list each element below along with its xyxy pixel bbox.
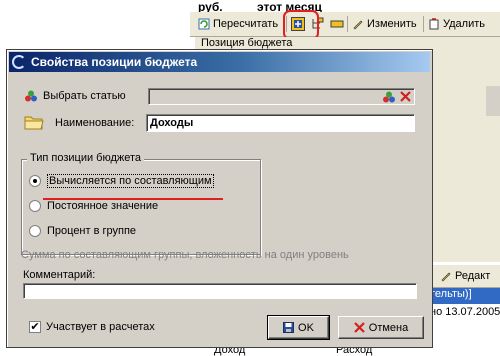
field-button[interactable] <box>328 15 346 33</box>
colored-balls-icon[interactable] <box>383 91 395 103</box>
name-label-row: Наименование: <box>55 117 134 129</box>
type-hint-text: Сумма по составляющим группы, вложенност… <box>21 249 349 261</box>
main-toolbar: Пересчитать Изменить Удалить <box>190 12 500 37</box>
recalculate-label: Пересчитать <box>213 18 279 30</box>
pencil-icon <box>353 20 363 30</box>
folder-icon <box>24 116 44 130</box>
radio-button[interactable] <box>29 200 41 212</box>
radio-computed-label: Вычисляется по составляющим <box>47 174 214 188</box>
radio-percent[interactable]: Процент в группе <box>29 225 136 237</box>
app-icon <box>12 55 26 69</box>
field-icon <box>330 20 344 28</box>
save-disk-icon <box>283 322 295 333</box>
info-row: но 13.07.2005 <box>430 306 500 322</box>
cancel-button[interactable]: Отмена <box>338 316 424 339</box>
delete-icon <box>429 18 439 30</box>
close-icon <box>353 322 365 333</box>
recalculate-icon <box>198 18 210 30</box>
lower-toolbar: Редакт <box>430 265 500 288</box>
name-input[interactable]: Доходы <box>146 114 415 132</box>
ok-button[interactable]: OK <box>267 315 330 340</box>
delete-button[interactable]: Удалить <box>426 15 487 33</box>
toolbar-separator <box>347 16 348 32</box>
cancel-label: Отмена <box>368 321 409 334</box>
select-item-field[interactable] <box>148 88 415 105</box>
pencil-icon <box>441 272 451 282</box>
selected-row[interactable]: тельты)] <box>430 288 500 304</box>
toolbar-separator <box>423 16 424 32</box>
select-item-row: Выбрать статью <box>25 90 126 102</box>
radio-computed[interactable]: Вычисляется по составляющим <box>29 174 214 188</box>
clear-icon[interactable] <box>400 91 411 102</box>
participates-label: Участвует в расчетах <box>46 321 155 333</box>
delete-label: Удалить <box>443 18 485 30</box>
dialog-title: Свойства позиции бюджета <box>31 55 198 69</box>
radio-button-checked[interactable] <box>29 175 41 187</box>
selected-row-text: тельты)] <box>430 288 472 300</box>
background-panel <box>430 52 500 262</box>
lower-edit-label: Редакт <box>455 270 491 282</box>
radio-percent-label: Процент в группе <box>47 225 137 237</box>
recalculate-button[interactable]: Пересчитать <box>196 15 280 33</box>
radio-button[interactable] <box>29 225 41 237</box>
info-row-text: но 13.07.2005 <box>430 306 500 318</box>
column-header-label: Позиция бюджета <box>201 37 293 49</box>
participates-checkbox-row[interactable]: ✔ Участвует в расчетах <box>29 321 155 333</box>
edit-button[interactable]: Изменить <box>350 15 419 33</box>
radio-constant-label: Постоянное значение <box>47 200 159 212</box>
background-scrollbar[interactable] <box>486 86 500 116</box>
name-label: Наименование: <box>55 117 135 129</box>
annotation-circle <box>283 10 319 40</box>
budget-position-dialog: Свойства позиции бюджета Выбрать статью … <box>6 49 433 348</box>
dialog-titlebar[interactable]: Свойства позиции бюджета <box>9 52 430 72</box>
lower-edit-button[interactable]: Редакт <box>438 267 492 285</box>
ok-label: OK <box>298 321 314 334</box>
select-item-label: Выбрать статью <box>43 90 126 102</box>
position-type-group-title: Тип позиции бюджета <box>27 152 145 164</box>
colored-balls-icon <box>25 90 37 102</box>
edit-label: Изменить <box>367 18 417 30</box>
comment-input[interactable] <box>23 283 417 299</box>
participates-checkbox[interactable]: ✔ <box>29 321 41 333</box>
radio-constant[interactable]: Постоянное значение <box>29 200 158 212</box>
comment-label: Комментарий: <box>23 269 96 281</box>
